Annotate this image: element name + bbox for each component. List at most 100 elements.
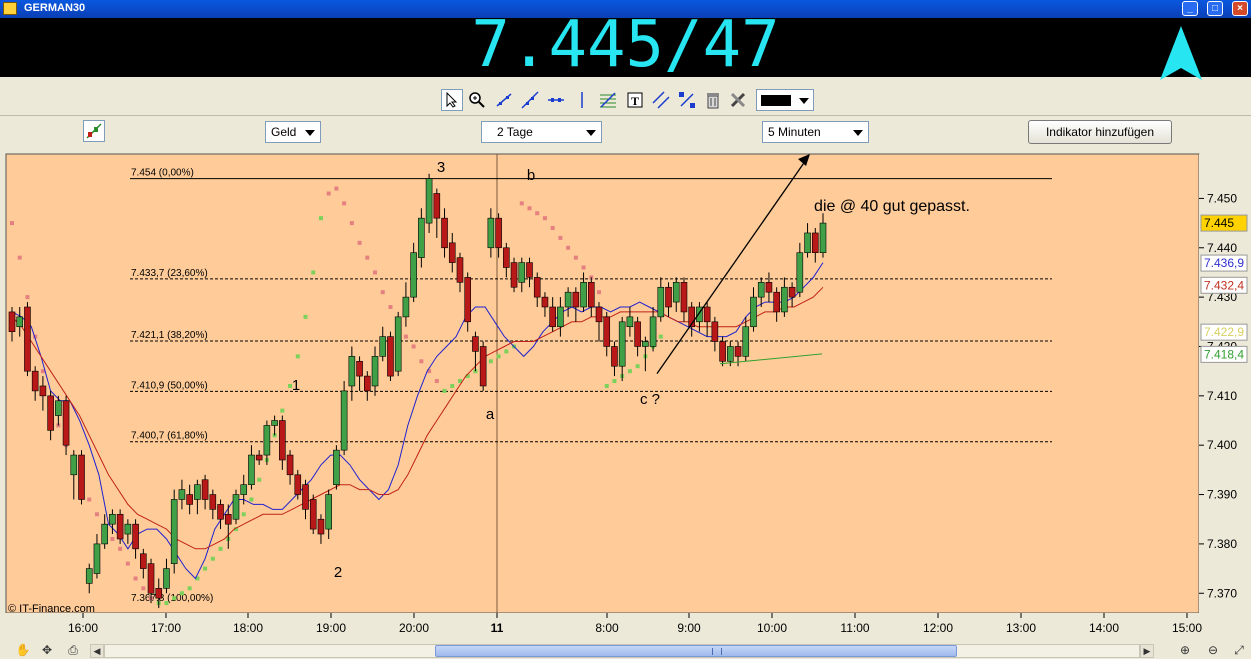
sar-dot — [419, 359, 424, 364]
price-chart[interactable]: 16:00 17:00 18:00 19:00 20:00 11 8:00 9:00 10:00… — [0, 150, 1251, 636]
candle-body — [302, 484, 309, 510]
candle-body — [804, 232, 811, 254]
sar-dot — [318, 216, 323, 221]
sar-dot — [311, 270, 316, 275]
candle-body — [526, 262, 533, 278]
candle-body — [155, 588, 163, 599]
trendline-icon[interactable] — [519, 89, 541, 111]
annotation-wave-b: b — [527, 167, 535, 184]
color-swatch — [761, 95, 791, 106]
sar-dot — [349, 221, 354, 226]
zoom-in-icon[interactable]: ⊕ — [1176, 643, 1194, 658]
chart-area[interactable]: 16:00 17:00 18:00 19:00 20:00 11 8:00 9:00 10:00… — [0, 150, 1251, 636]
fib-level-label: 7.410,9 (50,00%) — [131, 380, 208, 391]
sar-dot — [504, 349, 509, 354]
scroll-right-arrow[interactable]: ▶ — [1140, 644, 1154, 658]
candle-body — [209, 494, 217, 510]
sar-dot — [442, 388, 447, 393]
candle-body — [472, 336, 479, 352]
candle-body — [101, 523, 108, 545]
sar-dot — [542, 216, 547, 221]
sar-dot — [10, 221, 14, 226]
interval-select[interactable]: 5 Minuten — [762, 121, 869, 143]
y-tick-label: 7.410 — [1207, 389, 1237, 403]
horizontal-line-icon[interactable] — [545, 89, 567, 111]
candle-body — [371, 356, 379, 387]
price-badge-label: 7.432,4 — [1204, 278, 1244, 292]
price-badge-label: 7.422,9 — [1204, 325, 1244, 339]
candle-body — [781, 286, 788, 313]
fib-level-label: 7.433,7 (23,60%) — [131, 268, 208, 279]
chart-scrollbar[interactable]: ✋ ✥ ⎙ ◀ ▶ ⊕ ⊖ ⤢ — [0, 642, 1251, 659]
candle-body — [580, 282, 587, 308]
candle-body — [518, 262, 526, 283]
scroll-thumb[interactable] — [435, 645, 957, 657]
interval-select-value: 5 Minuten — [768, 125, 821, 139]
parallel-icon[interactable] — [650, 89, 672, 111]
candle-body — [62, 400, 70, 446]
price-badge-label: 7.436,9 — [1204, 256, 1244, 270]
side-select[interactable]: Geld — [265, 121, 321, 143]
candle-body — [703, 306, 711, 323]
zoom-icon[interactable] — [466, 89, 488, 111]
hand-icon[interactable]: ✋ — [14, 643, 32, 658]
add-indicator-button[interactable]: Indikator hinzufügen — [1028, 120, 1172, 144]
sar-dot — [187, 586, 192, 591]
fibonacci-icon[interactable] — [597, 89, 619, 111]
x-tick-label: 10:00 — [757, 621, 787, 635]
expand-icon[interactable] — [676, 89, 698, 111]
sar-dot — [535, 211, 540, 216]
sar-dot — [566, 245, 571, 250]
text-icon[interactable]: T — [624, 89, 646, 111]
fit-icon[interactable]: ⤢ — [1230, 643, 1248, 658]
x-tick-label: 16:00 — [68, 621, 98, 635]
color-picker[interactable] — [756, 89, 814, 111]
sar-dot — [496, 354, 501, 359]
drawing-toolbar: T — [0, 86, 1251, 116]
x-tick-label: 14:00 — [1089, 621, 1119, 635]
candle-body — [487, 217, 495, 249]
line-icon[interactable] — [493, 89, 515, 111]
candle-body — [448, 242, 456, 263]
zoom-out-icon[interactable]: ⊖ — [1204, 643, 1222, 658]
candle-body — [727, 346, 734, 362]
print-icon[interactable]: ⎙ — [64, 643, 82, 658]
price-badge-label: 7.445 — [1204, 216, 1234, 230]
trash-icon[interactable] — [702, 89, 724, 111]
chevron-down-icon — [305, 130, 315, 136]
annotation-wave-a: a — [486, 406, 495, 423]
sar-dot — [257, 477, 262, 482]
candle-body — [379, 336, 387, 357]
candle-body — [240, 484, 248, 495]
crosshair-icon[interactable]: ✥ — [38, 643, 56, 658]
candle-body — [356, 360, 363, 377]
cursor-icon[interactable] — [441, 89, 463, 111]
candle-body — [394, 316, 402, 372]
candle-body — [93, 543, 101, 574]
candle-body — [649, 316, 657, 347]
chart-settings-icon[interactable] — [83, 120, 105, 142]
tools-icon[interactable] — [728, 89, 750, 111]
sar-dot — [342, 201, 347, 206]
x-tick-label: 17:00 — [151, 621, 181, 635]
sar-dot — [597, 290, 602, 295]
fib-level-label: 7.421,1 (38,20%) — [131, 330, 208, 341]
x-tick-label: 9:00 — [677, 621, 701, 635]
scroll-left-arrow[interactable]: ◀ — [90, 644, 104, 658]
candle-body — [711, 321, 719, 342]
sar-dot — [527, 206, 532, 211]
scroll-grip — [712, 648, 722, 655]
range-select[interactable]: 2 Tage — [481, 121, 602, 143]
sar-dot — [573, 255, 578, 260]
candle-body — [626, 316, 634, 328]
candle-body — [734, 346, 742, 357]
scroll-track[interactable] — [104, 644, 1140, 658]
candle-body — [425, 178, 433, 224]
candle-body — [495, 217, 502, 249]
annotation-wave-c: c ? — [640, 391, 660, 408]
x-tick-label: 11:00 — [840, 621, 869, 635]
candle-body — [286, 454, 294, 476]
vertical-line-icon[interactable] — [571, 89, 593, 111]
sar-dot — [388, 305, 393, 309]
candle-body — [47, 395, 54, 431]
